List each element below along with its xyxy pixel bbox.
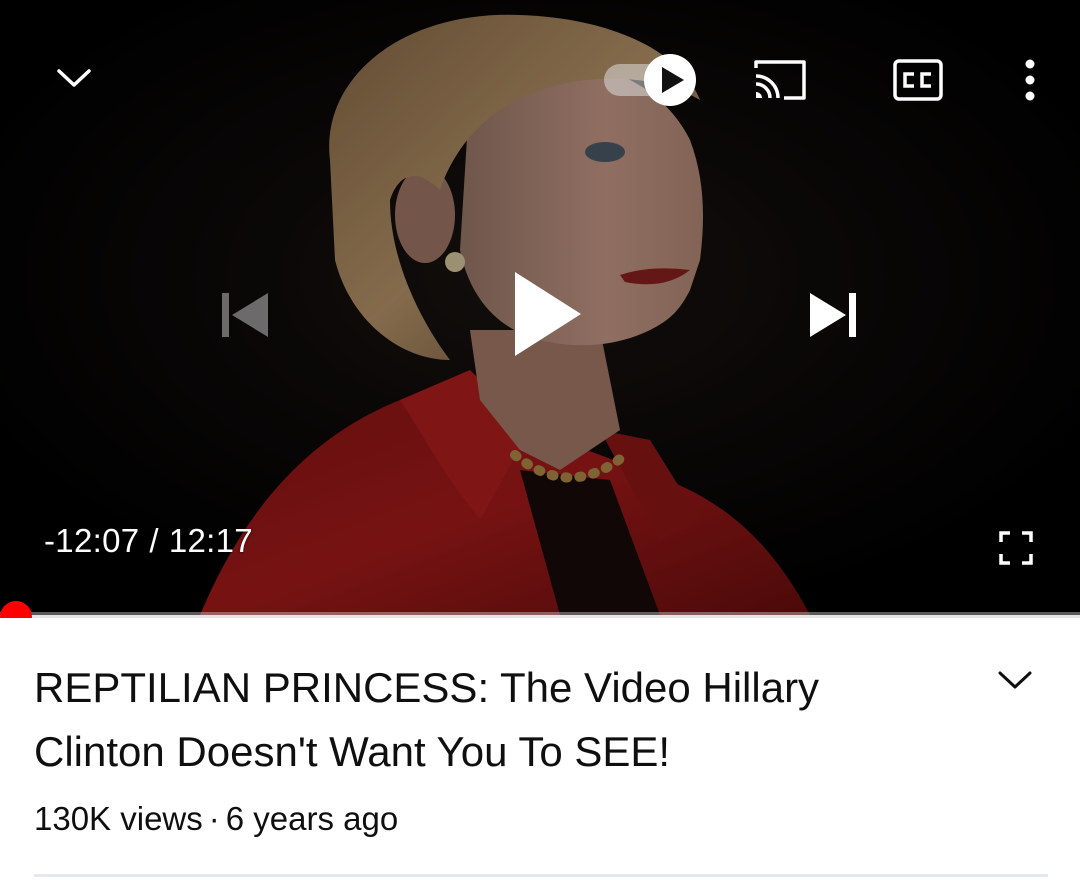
chevron-down-icon bbox=[998, 671, 1032, 689]
video-metadata: 130K views · 6 years ago bbox=[34, 800, 398, 838]
chevron-down-icon bbox=[57, 69, 91, 87]
more-vert-icon bbox=[1025, 59, 1035, 101]
video-title[interactable]: REPTILIAN PRINCESS: The Video Hillary Cl… bbox=[34, 656, 934, 784]
video-info-panel: REPTILIAN PRINCESS: The Video Hillary Cl… bbox=[0, 618, 1080, 880]
view-count: 130K views bbox=[34, 800, 203, 837]
video-player[interactable]: -12:07/12:17 bbox=[0, 0, 1080, 615]
fullscreen-icon bbox=[999, 531, 1033, 565]
expand-description-button[interactable] bbox=[990, 660, 1040, 700]
more-options-button[interactable] bbox=[1004, 48, 1056, 112]
time-display: -12:07/12:17 bbox=[44, 522, 253, 560]
autoplay-toggle[interactable] bbox=[600, 52, 700, 108]
autoplay-toggle-icon bbox=[604, 54, 696, 106]
time-separator: / bbox=[149, 522, 159, 559]
time-remaining: -12:07 bbox=[44, 522, 140, 559]
captions-button[interactable] bbox=[884, 50, 952, 110]
closed-captions-icon bbox=[893, 59, 943, 101]
upload-age: 6 years ago bbox=[225, 800, 399, 837]
play-button[interactable] bbox=[498, 262, 598, 366]
skip-previous-icon bbox=[222, 293, 268, 337]
duration: 12:17 bbox=[168, 522, 253, 559]
next-button[interactable] bbox=[798, 280, 868, 350]
previous-button[interactable] bbox=[210, 280, 280, 350]
fullscreen-button[interactable] bbox=[990, 522, 1042, 574]
meta-separator: · bbox=[208, 800, 220, 837]
cast-icon bbox=[754, 60, 806, 100]
skip-next-icon bbox=[810, 293, 856, 337]
play-icon bbox=[515, 272, 581, 356]
collapse-button[interactable] bbox=[44, 48, 104, 108]
divider bbox=[34, 874, 1048, 877]
cast-button[interactable] bbox=[744, 50, 816, 110]
